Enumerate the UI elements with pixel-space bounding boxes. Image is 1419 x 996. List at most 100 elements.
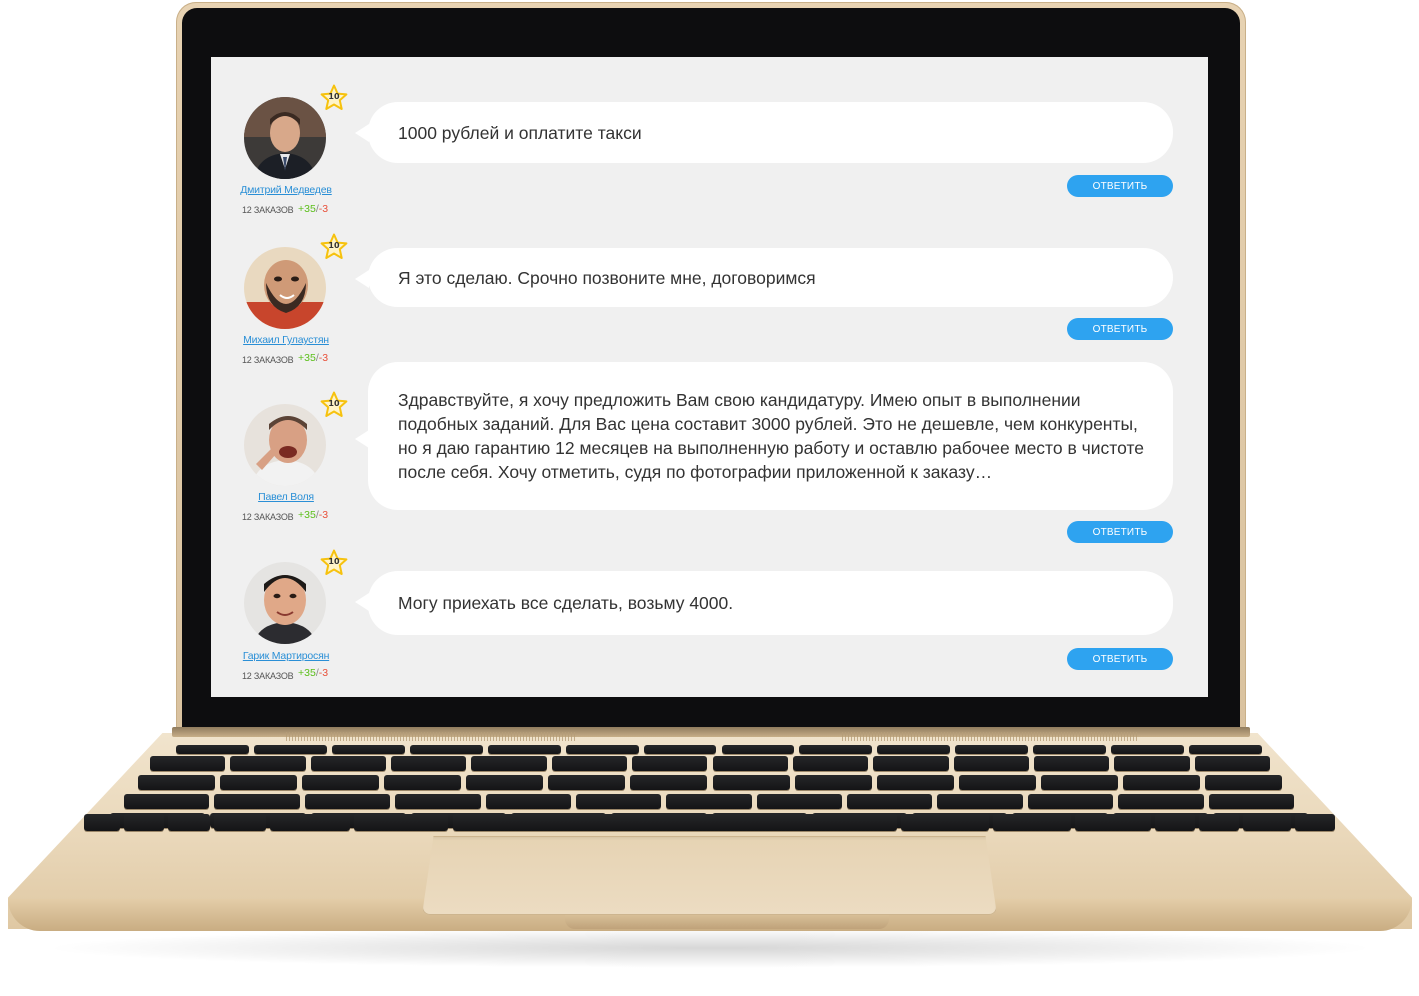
keyboard-key	[1155, 814, 1195, 831]
keyboard-key	[877, 745, 951, 754]
keyboard-key	[643, 745, 717, 754]
level-value: 10	[328, 399, 340, 408]
screen: 10 Дмитрий Медведев 12 ЗАКАЗОВ +35/-3 10…	[211, 57, 1208, 697]
keyboard-key	[901, 814, 989, 831]
keyboard-key	[565, 745, 639, 754]
keyboard-key	[1295, 814, 1335, 831]
level-value: 10	[328, 557, 340, 566]
keyboard-key	[331, 745, 405, 754]
keyboard-key	[253, 745, 327, 754]
message-bubble: Здравствуйте, я хочу предложить Вам свою…	[355, 362, 1173, 510]
rating-negative: -3	[318, 509, 329, 521]
user-avatar-icon	[244, 562, 326, 644]
rating: +35/-3	[298, 352, 328, 364]
rating: +35/-3	[298, 667, 328, 679]
keyboard-key	[756, 794, 843, 809]
keyboard-key	[354, 814, 448, 831]
orders-count: 12 ЗАКАЗОВ	[242, 205, 294, 215]
avatar[interactable]	[244, 247, 326, 329]
keyboard-key	[630, 775, 708, 790]
keyboard-key	[214, 814, 266, 831]
keyboard-key	[1189, 745, 1262, 754]
rating-positive: +35	[298, 667, 316, 679]
keyboard-key	[466, 775, 544, 790]
keyboard-key	[632, 756, 708, 771]
user-avatar-icon	[244, 247, 326, 329]
keyboard-key	[176, 745, 249, 754]
keyboard-key	[270, 814, 350, 831]
keyboard-key	[712, 756, 788, 771]
laptop-shadow	[40, 928, 1380, 968]
keyboard-key	[1033, 756, 1110, 771]
reply-button[interactable]: ОТВЕТИТЬ	[1067, 175, 1173, 197]
rating-negative: -3	[318, 203, 329, 215]
keyboard-key	[937, 794, 1023, 809]
author-name-link[interactable]: Михаил Гулаустян	[211, 334, 361, 346]
keyboard-key	[453, 814, 897, 831]
orders-count: 12 ЗАКАЗОВ	[242, 671, 294, 681]
message-text: Здравствуйте, я хочу предложить Вам свою…	[398, 390, 1144, 482]
keyboard-key	[1208, 794, 1294, 809]
author-name-link[interactable]: Павел Воля	[211, 491, 361, 503]
keyboard-key	[794, 775, 872, 790]
message-bubble: Могу приехать все сделать, возьму 4000.	[355, 571, 1173, 635]
keyboard-key	[214, 794, 300, 809]
reply-button[interactable]: ОТВЕТИТЬ	[1067, 318, 1173, 340]
keyboard-key	[1243, 814, 1291, 831]
rating-negative: -3	[318, 667, 329, 679]
keyboard-key	[799, 745, 873, 754]
author-name-link[interactable]: Гарик Мартиросян	[211, 650, 361, 662]
laptop-notch	[565, 915, 889, 929]
keyboard-key	[409, 745, 483, 754]
avatar[interactable]	[244, 97, 326, 179]
keyboard-key	[1040, 775, 1118, 790]
keyboard-key	[953, 756, 1029, 771]
avatar[interactable]	[244, 404, 326, 486]
keyboard-key	[666, 794, 752, 809]
keyboard-key	[310, 756, 387, 771]
keyboard-key	[993, 814, 1071, 831]
rating-negative: -3	[318, 352, 329, 364]
rating-positive: +35	[298, 509, 316, 521]
reply-button[interactable]: ОТВЕТИТЬ	[1067, 648, 1173, 670]
rating: +35/-3	[298, 203, 328, 215]
keyboard-key	[1027, 794, 1114, 809]
keyboard-key	[847, 794, 933, 809]
message-text: Я это сделаю. Срочно позвоните мне, дого…	[398, 267, 816, 288]
reply-button[interactable]: ОТВЕТИТЬ	[1067, 521, 1173, 543]
level-value: 10	[328, 92, 340, 101]
keyboard-key	[384, 775, 462, 790]
keyboard-key	[551, 756, 628, 771]
keyboard-key	[1194, 756, 1270, 771]
message-bubble: 1000 рублей и оплатите такси	[355, 102, 1173, 163]
keyboard-key	[712, 775, 790, 790]
orders-count: 12 ЗАКАЗОВ	[242, 512, 294, 522]
keyboard-key	[395, 794, 481, 809]
keyboard-key	[955, 745, 1029, 754]
keyboard-key	[487, 745, 561, 754]
keyboard-key	[575, 794, 662, 809]
keyboard-key	[721, 745, 795, 754]
keyboard-key	[1199, 814, 1239, 831]
keyboard-key	[1204, 775, 1282, 790]
keyboard-key	[1033, 745, 1107, 754]
message-text: 1000 рублей и оплатите такси	[398, 122, 642, 143]
keyboard-key	[302, 775, 380, 790]
keyboard-key	[1118, 794, 1204, 809]
rating: +35/-3	[298, 509, 328, 521]
orders-count: 12 ЗАКАЗОВ	[242, 355, 294, 365]
avatar[interactable]	[244, 562, 326, 644]
user-avatar-icon	[244, 404, 326, 486]
keyboard-key	[1114, 756, 1190, 771]
level-badge: 10	[320, 549, 348, 577]
level-badge: 10	[320, 233, 348, 261]
keyboard-key	[138, 775, 216, 790]
rating-positive: +35	[298, 352, 316, 364]
keyboard-key	[220, 775, 298, 790]
level-badge: 10	[320, 391, 348, 419]
level-value: 10	[328, 241, 340, 250]
keyboard-key	[876, 775, 954, 790]
author-name-link[interactable]: Дмитрий Медведев	[211, 184, 361, 196]
keyboard-key	[124, 814, 164, 831]
rating-positive: +35	[298, 203, 316, 215]
